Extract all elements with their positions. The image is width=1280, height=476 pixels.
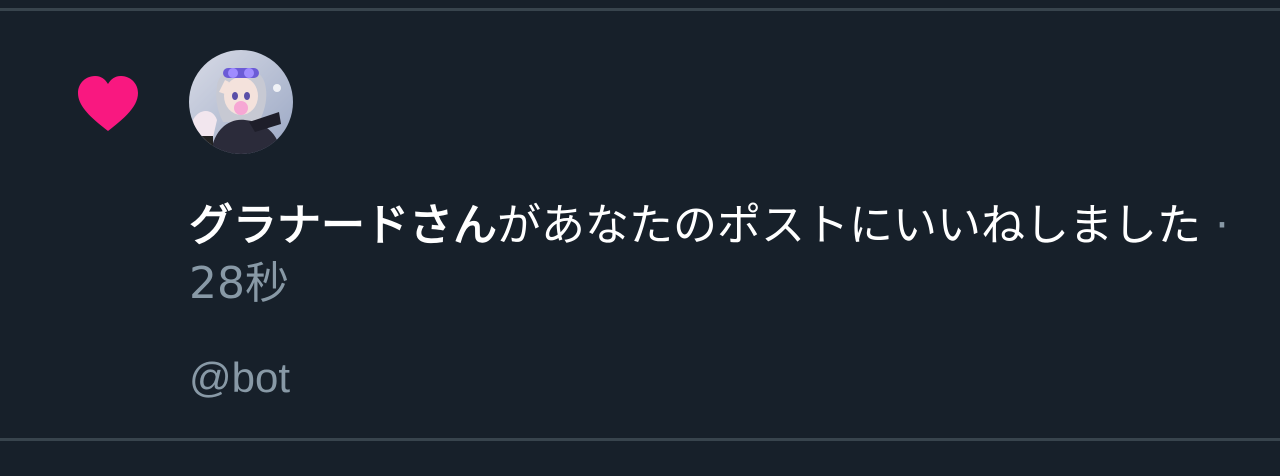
notification-message: グラナードさんがあなたのポストにいいねしました · 28秒 bbox=[189, 197, 1229, 313]
action-text: があなたのポストにいいねしました bbox=[497, 200, 1201, 251]
timestamp[interactable]: 28秒 bbox=[189, 258, 289, 309]
bottom-divider bbox=[0, 438, 1280, 441]
like-notification[interactable]: グラナードさんがあなたのポストにいいねしました · 28秒 @bot bbox=[0, 11, 1280, 438]
heart-icon bbox=[76, 75, 140, 135]
separator-dot: · bbox=[1215, 200, 1229, 251]
avatar[interactable] bbox=[189, 50, 293, 154]
user-name-link[interactable]: グラナードさん bbox=[189, 200, 497, 251]
handle-text: @bot bbox=[189, 354, 291, 401]
